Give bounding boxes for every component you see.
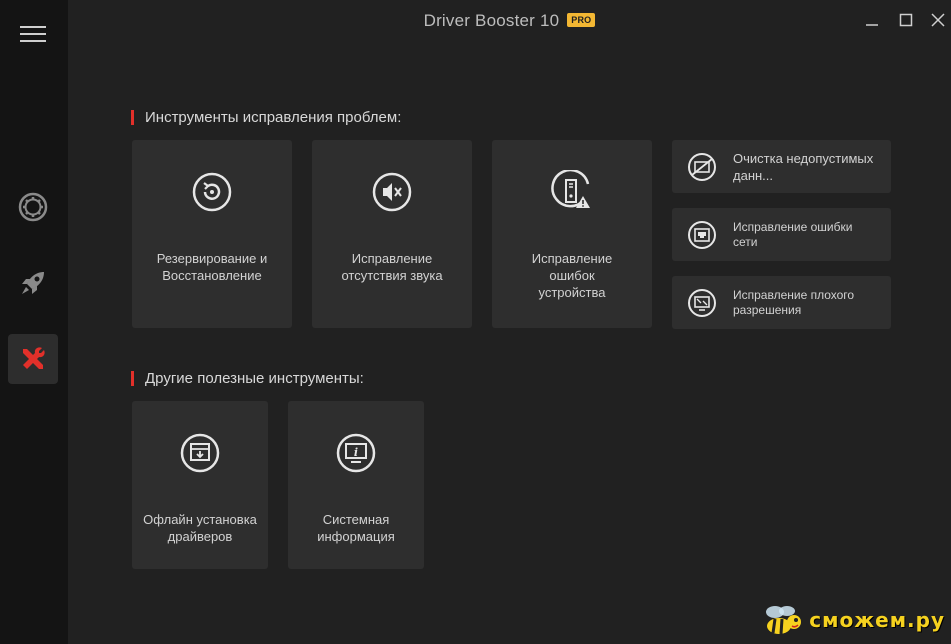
app-title: Driver Booster 10: [423, 11, 560, 30]
tool-card-offline-install[interactable]: Офлайн установка драйверов: [132, 401, 268, 569]
pro-badge: PRO: [567, 13, 596, 27]
gear-icon: [18, 192, 48, 222]
device-error-icon: [550, 170, 594, 214]
rocket-icon: [22, 272, 44, 294]
tool-card-device-error[interactable]: Исправление ошибок устройства: [492, 140, 652, 328]
minimize-button[interactable]: [860, 8, 884, 32]
sidebar: [0, 0, 68, 644]
sidebar-item-boost[interactable]: [8, 258, 58, 308]
tool-label: Исправление ошибки сети: [733, 219, 853, 249]
backup-restore-icon: [190, 170, 234, 214]
tool-card-system-info[interactable]: i Системная информация: [288, 401, 424, 569]
watermark: сможем.ру: [757, 602, 945, 638]
tool-label: Исправление отсутствия звука: [341, 251, 443, 283]
tools-icon: [23, 347, 45, 369]
close-icon: [931, 13, 945, 27]
sidebar-item-toolbox[interactable]: [8, 334, 58, 384]
hamburger-menu-icon[interactable]: [20, 26, 46, 42]
tool-label: Резервирование и Восстановление: [156, 251, 268, 283]
sound-mute-icon: [370, 170, 414, 214]
tool-label: Исправление плохого разрешения: [733, 287, 855, 317]
main-panel: Driver Booster 10 PRO Инструменты исправл…: [68, 0, 951, 644]
section-title-other-tools: Другие полезные инструменты:: [131, 370, 364, 387]
sidebar-item-scan[interactable]: [8, 182, 58, 232]
offline-install-icon: [178, 431, 222, 475]
svg-text:i: i: [354, 446, 358, 459]
tool-label: Исправление ошибок устройства: [531, 251, 613, 300]
tool-card-sound-fix[interactable]: Исправление отсутствия звука: [312, 140, 472, 328]
maximize-button[interactable]: [894, 8, 918, 32]
tool-card-backup-restore[interactable]: Резервирование и Восстановление: [132, 140, 292, 328]
tool-card-resolution-fix[interactable]: Исправление плохого разрешения: [672, 276, 891, 329]
watermark-text: сможем.ру: [809, 608, 945, 632]
tool-card-clean-invalid-data[interactable]: Очистка недопустимых данн...: [672, 140, 891, 193]
clean-invalid-data-icon: [685, 150, 719, 184]
tool-card-network-fix[interactable]: Исправление ошибки сети: [672, 208, 891, 261]
window-title: Driver Booster 10 PRO: [68, 11, 951, 31]
minimize-icon: [866, 24, 878, 26]
network-fix-icon: [685, 218, 719, 252]
close-button[interactable]: [926, 8, 950, 32]
tool-label: Системная информация: [317, 512, 395, 544]
tool-label: Очистка недопустимых данн...: [733, 150, 874, 183]
bee-icon: [766, 606, 802, 635]
section-title-fix-tools: Инструменты исправления проблем:: [131, 109, 401, 126]
resolution-fix-icon: [685, 286, 719, 320]
system-info-icon: i: [334, 431, 378, 475]
tool-label: Офлайн установка драйверов: [143, 512, 257, 544]
maximize-icon: [899, 13, 913, 27]
